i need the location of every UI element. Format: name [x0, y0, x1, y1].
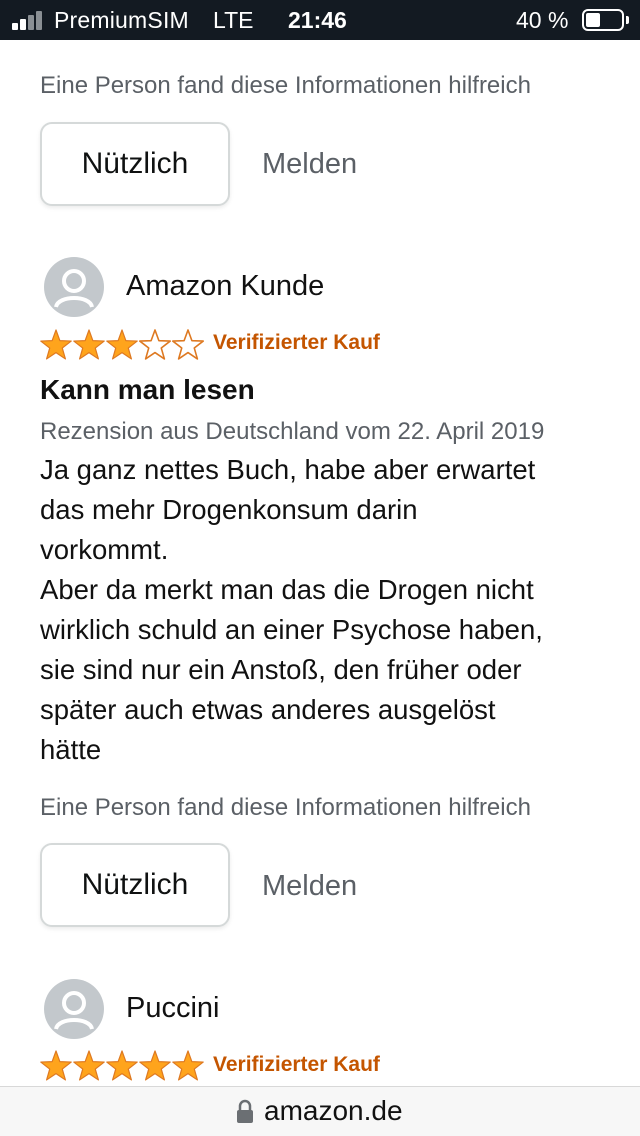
verified-purchase-badge: Verifizierter Kauf: [213, 331, 380, 354]
review-body-line: Aber da merkt man das die Drogen nicht: [40, 574, 534, 605]
browser-url-bar[interactable]: amazon.de: [0, 1086, 640, 1136]
review-body-line: Ja ganz nettes Buch, habe aber erwartet: [40, 454, 536, 485]
star-filled-icon: [73, 1050, 105, 1081]
battery-tip: [626, 16, 629, 24]
lock-icon: [237, 1099, 253, 1123]
review-body-line: später auch etwas anderes ausgelöst: [40, 694, 496, 725]
star-filled-icon: [106, 329, 138, 360]
review-body-line: das mehr Drogenkonsum darin: [40, 494, 418, 525]
report-link[interactable]: Melden: [262, 148, 357, 181]
star-filled-icon: [73, 329, 105, 360]
review-body: Ja ganz nettes Buch, habe aber erwartet …: [40, 450, 610, 770]
battery-icon: [582, 9, 624, 31]
reviewer-name[interactable]: Puccini: [126, 992, 220, 1025]
helpful-count-text: Eine Person fand diese Informationen hil…: [40, 72, 531, 99]
default-user-icon: [54, 269, 94, 308]
network-type: LTE: [213, 7, 254, 33]
battery-level-fill: [586, 13, 600, 27]
review-date: Rezension aus Deutschland vom 22. April …: [40, 418, 545, 445]
status-bar: PremiumSIM LTE 21:46 40 %: [0, 0, 640, 40]
review-body-line: hätte: [40, 734, 102, 765]
reviewer-avatar[interactable]: [44, 257, 104, 317]
star-filled-icon: [139, 1050, 171, 1081]
default-user-icon: [54, 991, 94, 1030]
star-filled-icon: [106, 1050, 138, 1081]
star-empty-icon: [138, 329, 172, 360]
star-filled-icon: [40, 329, 72, 360]
carrier-name: PremiumSIM: [54, 7, 189, 33]
star-empty-icon: [171, 329, 205, 360]
review-body-line: vorkommt.: [40, 534, 169, 565]
report-link[interactable]: Melden: [262, 870, 357, 903]
status-time: 21:46: [288, 7, 347, 33]
review-title[interactable]: Kann man lesen: [40, 374, 255, 406]
useful-button[interactable]: Nützlich: [40, 122, 230, 206]
verified-purchase-badge: Verifizierter Kauf: [213, 1053, 380, 1076]
reviewer-name[interactable]: Amazon Kunde: [126, 270, 324, 303]
star-rating: [40, 329, 205, 360]
star-filled-icon: [40, 1050, 72, 1081]
reviewer-avatar[interactable]: [44, 979, 104, 1039]
star-filled-icon: [172, 1050, 204, 1081]
useful-button[interactable]: Nützlich: [40, 843, 230, 927]
helpful-count-text: Eine Person fand diese Informationen hil…: [40, 794, 531, 821]
review-body-line: wirklich schuld an einer Psychose haben,: [40, 614, 543, 645]
url-text: amazon.de: [264, 1095, 403, 1126]
star-rating: [40, 1050, 204, 1081]
review-body-line: sie sind nur ein Anstoß, den früher oder: [40, 654, 522, 685]
battery-percentage: 40 %: [516, 7, 569, 33]
signal-strength-icon: [12, 10, 48, 30]
